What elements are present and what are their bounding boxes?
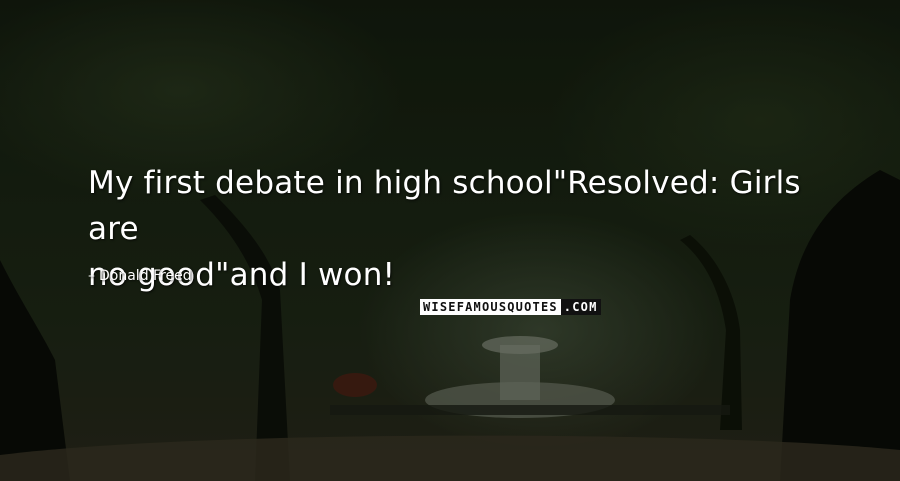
logo-part-1: WISEFAMOUSQUOTES	[420, 299, 561, 315]
quote-line-2: no good"and I won!	[88, 257, 396, 293]
quote-line-1: My first debate in high school"Resolved:…	[88, 165, 801, 247]
author-attribution: – Donald Freed	[88, 268, 192, 284]
author-name: Donald Freed	[99, 268, 192, 284]
logo-part-2: .COM	[560, 299, 601, 315]
quote-card: My first debate in high school"Resolved:…	[0, 0, 900, 481]
dash-icon: –	[88, 268, 95, 284]
quote-text: My first debate in high school"Resolved:…	[88, 160, 848, 298]
site-logo: WISEFAMOUSQUOTES .COM	[420, 298, 601, 316]
